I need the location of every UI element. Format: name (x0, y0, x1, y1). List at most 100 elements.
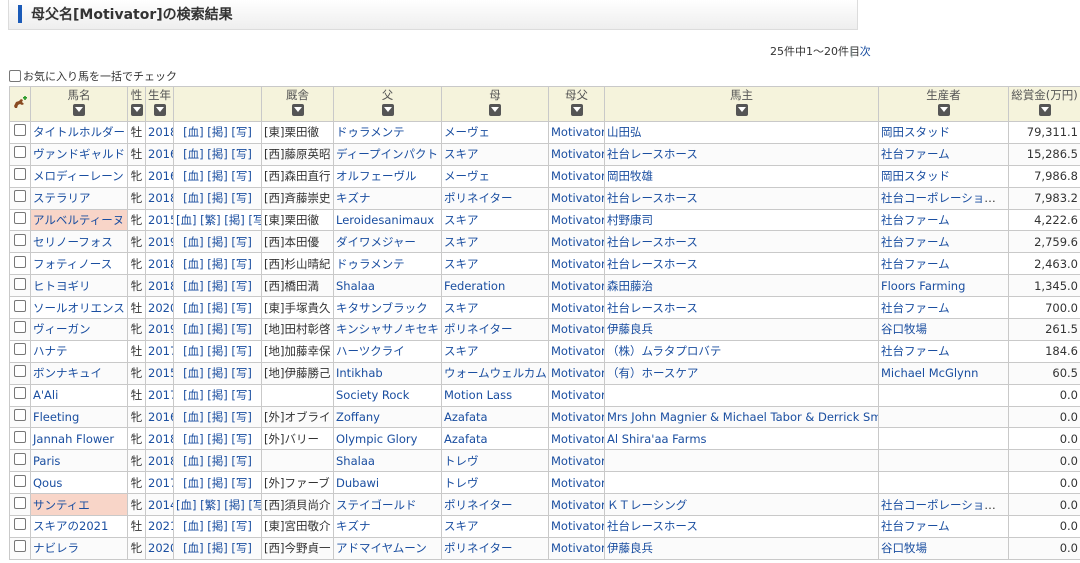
dam-link[interactable]: スキア (444, 147, 479, 161)
birth-year-link[interactable]: 2019 (148, 322, 173, 336)
owner-link[interactable]: （株）ムラタプロバテ (607, 344, 721, 358)
check-all-checkbox[interactable] (9, 70, 21, 82)
favorite-checkbox[interactable] (14, 365, 26, 378)
favorite-checkbox[interactable] (14, 233, 26, 246)
damsire-link[interactable]: Motivator (551, 257, 604, 271)
sire-link[interactable]: ドゥラメンテ (336, 257, 405, 271)
sire-link[interactable]: Shalaa (336, 454, 375, 468)
dam-link[interactable]: トレヴ (444, 454, 479, 468)
birth-year-link[interactable]: 2014 (148, 498, 173, 512)
horse-name-link[interactable]: メロディーレーン (33, 169, 124, 183)
sire-link[interactable]: キンシャサノキセキ (336, 322, 439, 336)
dam-link[interactable]: スキア (444, 213, 479, 227)
horse-name-link[interactable]: ボンナキュイ (33, 366, 102, 380)
damsire-link[interactable]: Motivator (551, 125, 604, 139)
horse-links[interactable]: [血] [掲] [写] (183, 344, 252, 358)
damsire-link[interactable]: Motivator (551, 169, 604, 183)
sort-money-button[interactable] (1038, 104, 1051, 116)
favorite-checkbox[interactable] (14, 212, 26, 224)
favorite-checkbox[interactable] (14, 409, 26, 422)
dam-link[interactable]: メーヴェ (444, 125, 490, 139)
sire-link[interactable]: Dubawi (336, 476, 379, 490)
breeder-link[interactable]: 社台ファーム (881, 147, 950, 161)
birth-year-link[interactable]: 2017 (148, 388, 173, 402)
birth-year-link[interactable]: 2015 (148, 366, 173, 380)
dam-link[interactable]: メーヴェ (444, 169, 490, 183)
sire-link[interactable]: ディープインパクト (336, 147, 438, 161)
damsire-link[interactable]: Motivator (551, 279, 604, 293)
horse-links[interactable]: [血] [繁] [掲] [写] (176, 498, 261, 512)
owner-link[interactable]: 社台レースホース (607, 147, 698, 161)
favorite-checkbox[interactable] (14, 321, 26, 334)
horse-links[interactable]: [血] [掲] [写] (183, 519, 252, 533)
horse-links[interactable]: [血] [掲] [写] (183, 541, 252, 555)
horse-name-link[interactable]: Qous (33, 476, 62, 490)
sire-link[interactable]: キズナ (336, 519, 371, 533)
breeder-link[interactable]: Floors Farming (881, 279, 965, 293)
horse-name-link[interactable]: Paris (33, 454, 60, 468)
owner-link[interactable]: 村野康司 (607, 213, 653, 227)
breeder-link[interactable]: 社台ファーム (881, 344, 950, 358)
damsire-link[interactable]: Motivator (551, 147, 604, 161)
damsire-link[interactable]: Motivator (551, 366, 604, 380)
horse-links[interactable]: [血] [掲] [写] (183, 388, 252, 402)
dam-link[interactable]: Motion Lass (444, 388, 512, 402)
sire-link[interactable]: Shalaa (336, 279, 375, 293)
horse-links[interactable]: [血] [掲] [写] (183, 125, 252, 139)
sort-sire-button[interactable] (381, 104, 394, 116)
sort-breeder-button[interactable] (937, 104, 950, 116)
horse-name-link[interactable]: アルベルティーヌ (33, 213, 124, 227)
favorite-checkbox[interactable] (14, 190, 26, 203)
favorite-checkbox[interactable] (14, 343, 26, 356)
favorite-checkbox[interactable] (14, 452, 26, 465)
horse-name-link[interactable]: Fleeting (33, 410, 79, 424)
sire-link[interactable]: オルフェーヴル (336, 169, 417, 183)
damsire-link[interactable]: Motivator (551, 498, 604, 512)
birth-year-link[interactable]: 2018 (148, 191, 173, 205)
sire-link[interactable]: キタサンブラック (336, 301, 428, 315)
horse-links[interactable]: [血] [掲] [写] (183, 476, 252, 490)
dam-link[interactable]: スキア (444, 235, 479, 249)
horse-name-link[interactable]: セリノーフォス (33, 235, 113, 249)
horse-name-link[interactable]: フォティノース (33, 257, 112, 271)
birth-year-link[interactable]: 2018 (148, 454, 173, 468)
dam-link[interactable]: スキア (444, 257, 479, 271)
dam-link[interactable]: ポリネイター (444, 498, 513, 512)
breeder-link[interactable]: 社台コーポレーション... (881, 498, 1007, 512)
owner-link[interactable]: Al Shira'aa Farms (607, 432, 707, 446)
favorite-checkbox[interactable] (14, 540, 26, 553)
owner-link[interactable]: 社台レースホース (607, 519, 698, 533)
sire-link[interactable]: アドマイヤムーン (336, 541, 427, 555)
breeder-link[interactable]: 社台コーポレーション... (881, 191, 1007, 205)
sort-dam-button[interactable] (489, 104, 501, 116)
damsire-link[interactable]: Motivator (551, 191, 604, 205)
dam-link[interactable]: ウォームウェルカム (444, 366, 547, 380)
dam-link[interactable]: Azafata (444, 410, 488, 424)
sire-link[interactable]: ダイワメジャー (336, 235, 416, 249)
breeder-link[interactable]: 谷口牧場 (881, 541, 927, 555)
horse-name-link[interactable]: ヴィーガン (33, 322, 91, 336)
sire-link[interactable]: Intikhab (336, 366, 383, 380)
horse-links[interactable]: [血] [掲] [写] (183, 432, 252, 446)
horse-links[interactable]: [血] [掲] [写] (183, 454, 252, 468)
damsire-link[interactable]: Motivator (551, 410, 604, 424)
sire-link[interactable]: Leroidesanimaux (336, 213, 434, 227)
birth-year-link[interactable]: 2018 (148, 432, 173, 446)
dam-link[interactable]: トレヴ (444, 476, 479, 490)
owner-link[interactable]: 社台レースホース (607, 301, 698, 315)
breeder-link[interactable]: 岡田スタッド (881, 169, 950, 183)
favorite-checkbox[interactable] (14, 168, 26, 181)
owner-link[interactable]: 社台レースホース (607, 191, 698, 205)
dam-link[interactable]: ポリネイター (444, 541, 513, 555)
dam-link[interactable]: ポリネイター (444, 322, 513, 336)
damsire-link[interactable]: Motivator (551, 235, 604, 249)
sire-link[interactable]: ドゥラメンテ (336, 125, 405, 139)
birth-year-link[interactable]: 2018 (148, 257, 173, 271)
favorite-checkbox[interactable] (14, 518, 26, 531)
favorite-checkbox[interactable] (14, 387, 26, 400)
horse-name-link[interactable]: タイトルホルダー (33, 125, 125, 139)
sort-owner-button[interactable] (735, 104, 748, 116)
dam-link[interactable]: Federation (444, 279, 505, 293)
horse-name-link[interactable]: ソールオリエンス (33, 301, 125, 315)
breeder-link[interactable]: 社台ファーム (881, 213, 950, 227)
